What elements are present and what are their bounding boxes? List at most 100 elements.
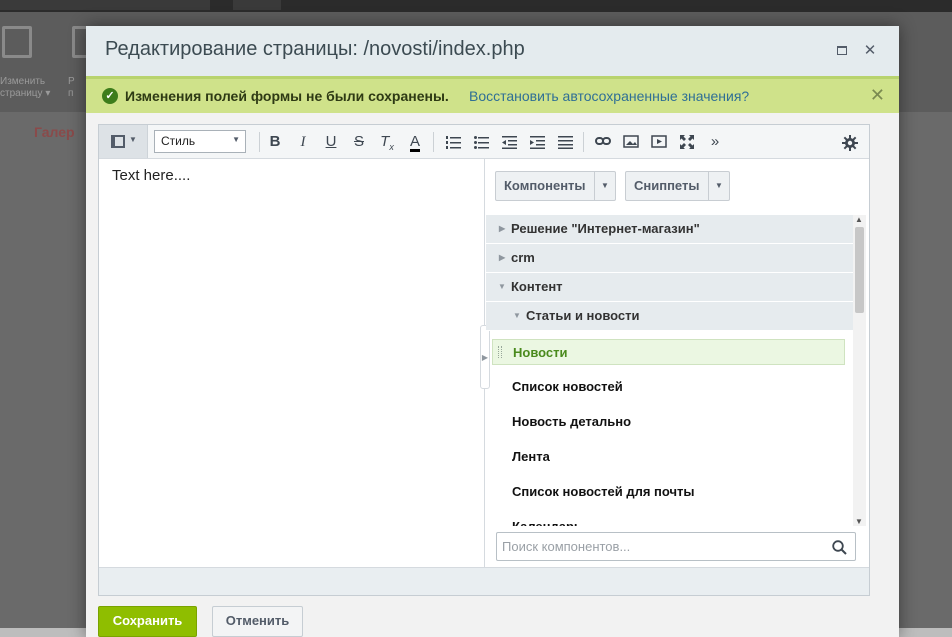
clear-format-letter: T: [380, 133, 390, 150]
outdent-icon: [501, 136, 517, 149]
style-select[interactable]: Стиль ▼: [154, 130, 246, 153]
style-select-value: Стиль: [161, 134, 196, 148]
expand-icon[interactable]: [834, 43, 850, 59]
notice-close-icon[interactable]: ✕: [870, 85, 885, 106]
component-label: Лента: [512, 449, 550, 464]
ordered-list-button[interactable]: [442, 131, 464, 153]
tree-group[interactable]: ▶ crm: [486, 244, 853, 273]
chevron-right-icon: ▶: [499, 224, 506, 233]
chevron-down-icon: ▼: [498, 282, 506, 291]
check-circle-icon: ✓: [102, 88, 118, 104]
tree-group-label: Статьи и новости: [526, 308, 640, 323]
tree-group[interactable]: ▼ Контент: [486, 273, 853, 302]
indent-icon: [529, 136, 545, 149]
cancel-button[interactable]: Отменить: [212, 606, 303, 637]
chevron-down-icon[interactable]: ▼: [594, 172, 615, 200]
chevron-down-icon: ▼: [232, 135, 240, 144]
components-tab-label: Компоненты: [504, 178, 586, 193]
toolbar-divider: [259, 132, 260, 152]
justify-button[interactable]: [554, 131, 576, 153]
insert-link-button[interactable]: [592, 131, 614, 153]
component-label: Новость детально: [512, 414, 632, 429]
bold-button[interactable]: B: [264, 131, 286, 153]
background-link: Галер: [34, 124, 75, 140]
insert-video-button[interactable]: [648, 131, 670, 153]
background-topbar: [0, 0, 952, 12]
tree-group-label: Контент: [511, 279, 563, 294]
chevron-down-icon: ▼: [129, 135, 137, 144]
fullscreen-button[interactable]: [676, 131, 698, 153]
justify-icon: [557, 136, 573, 149]
drag-grip-icon[interactable]: [498, 346, 502, 358]
scroll-down-icon[interactable]: ▼: [855, 517, 863, 526]
video-icon: [651, 135, 667, 148]
chevron-down-icon[interactable]: ▼: [708, 172, 729, 200]
tree-group-label: Решение "Интернет-магазин": [511, 221, 700, 236]
tree-subgroup[interactable]: ▼ Статьи и новости: [486, 302, 853, 331]
component-label: Новости: [513, 345, 568, 360]
background-toolbar-item: Р п: [68, 76, 75, 99]
link-icon: [595, 137, 611, 145]
component-item[interactable]: Лента: [492, 444, 845, 470]
restore-autosave-link[interactable]: Восстановить автосохраненные значения?: [469, 88, 749, 104]
notice-text: Изменения полей формы не были сохранены.: [125, 88, 449, 104]
italic-button[interactable]: I: [292, 131, 314, 153]
component-search[interactable]: [496, 532, 856, 561]
split-view-icon: [111, 135, 125, 148]
tree-scrollbar[interactable]: ▲ ▼: [853, 215, 866, 526]
editor-content-text[interactable]: Text here....: [112, 167, 190, 184]
snippets-tab-label: Сниппеты: [634, 178, 700, 193]
components-tab-button[interactable]: Компоненты ▼: [495, 171, 616, 201]
font-color-letter: A: [409, 133, 420, 152]
clear-format-button[interactable]: Tx: [376, 131, 398, 153]
html-editor: ▼ Стиль ▼ B I U S Tx A » Text here.... ▶…: [98, 124, 870, 596]
dialog-title: Редактирование страницы: /novosti/index.…: [105, 38, 525, 60]
snippets-tab-button[interactable]: Сниппеты ▼: [625, 171, 730, 201]
unsaved-changes-notice: ✓ Изменения полей формы не были сохранен…: [86, 76, 899, 113]
view-mode-button[interactable]: ▼: [99, 125, 148, 158]
toolbar-divider: [433, 132, 434, 152]
component-label: Календарь: [512, 514, 582, 526]
background-tab: [233, 0, 281, 10]
background-toolbar-item: Изменить страницу ▾: [0, 76, 51, 99]
save-button[interactable]: Сохранить: [98, 606, 197, 637]
component-search-input[interactable]: [502, 537, 822, 556]
more-tools-button[interactable]: »: [704, 131, 726, 153]
editor-status-bar: [99, 567, 869, 595]
editor-toolbar: ▼ Стиль ▼ B I U S Tx A »: [99, 125, 869, 159]
components-panel: ▶ Компоненты ▼ Сниппеты ▼ ▶ Решение "Инт…: [480, 159, 869, 567]
underline-button[interactable]: U: [320, 131, 342, 153]
fullscreen-icon: [680, 135, 694, 149]
settings-button[interactable]: [839, 131, 861, 153]
outdent-button[interactable]: [498, 131, 520, 153]
indent-button[interactable]: [526, 131, 548, 153]
bullet-list-button[interactable]: [470, 131, 492, 153]
clear-format-sub: x: [389, 142, 394, 152]
component-item[interactable]: Календарь: [492, 514, 845, 526]
component-item[interactable]: Новость детально: [492, 409, 845, 435]
insert-image-button[interactable]: [620, 131, 642, 153]
tree-group[interactable]: ▶ Решение "Интернет-магазин": [486, 215, 853, 244]
ordered-list-icon: [445, 136, 461, 149]
strikethrough-button[interactable]: S: [348, 131, 370, 153]
edit-page-dialog: Редактирование страницы: /novosti/index.…: [86, 26, 899, 637]
gear-icon: [842, 135, 858, 151]
component-item[interactable]: Список новостей: [492, 374, 845, 400]
component-item[interactable]: Новости: [492, 339, 845, 365]
toolbar-divider: [583, 132, 584, 152]
tree-group-label: crm: [511, 250, 535, 265]
editor-text-area[interactable]: Text here....: [99, 159, 485, 567]
background-tab: [0, 0, 210, 10]
component-label: Список новостей для почты: [512, 484, 695, 499]
search-icon[interactable]: [832, 540, 847, 555]
scrollbar-thumb[interactable]: [855, 227, 864, 313]
dialog-header: Редактирование страницы: /novosti/index.…: [86, 26, 899, 76]
component-item[interactable]: Список новостей для почты: [492, 479, 845, 505]
chevron-down-icon: ▼: [513, 311, 521, 320]
scroll-up-icon[interactable]: ▲: [855, 215, 863, 224]
close-icon[interactable]: ✕: [862, 43, 878, 59]
bullet-list-icon: [473, 136, 489, 149]
font-color-button[interactable]: A: [404, 131, 426, 153]
chevron-right-icon: ▶: [499, 253, 506, 262]
image-icon: [623, 135, 639, 148]
